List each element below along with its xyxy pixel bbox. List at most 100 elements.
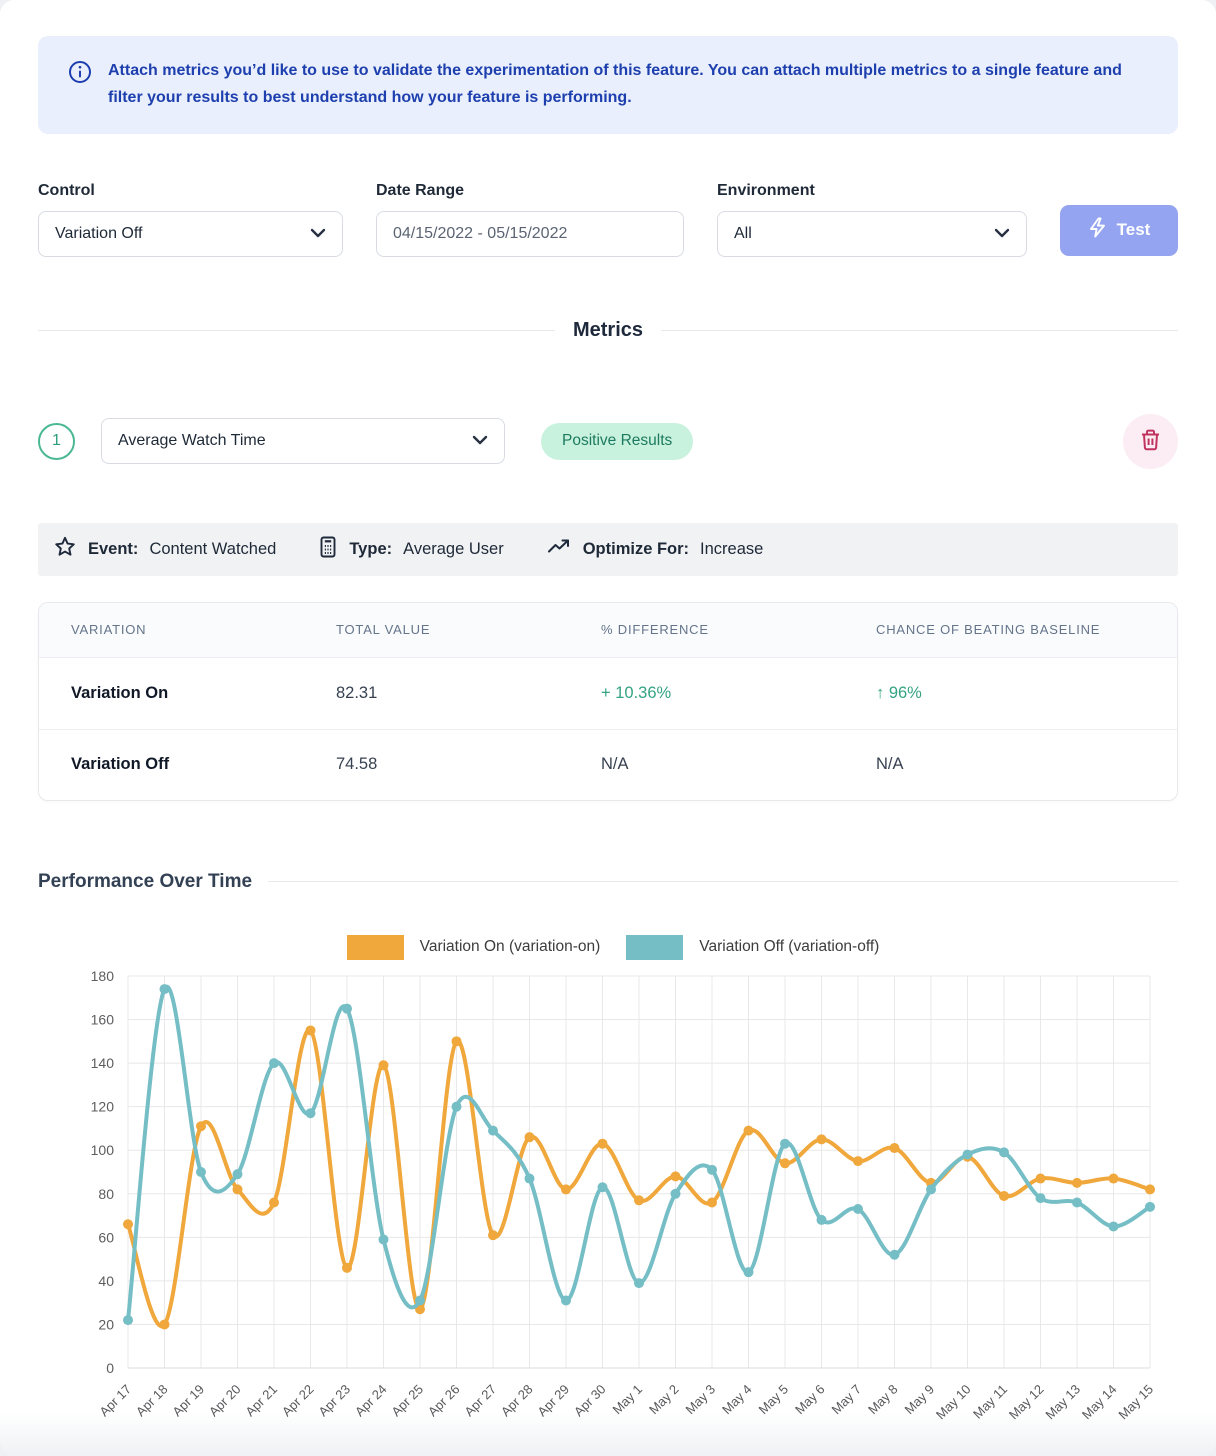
svg-text:May 13: May 13 xyxy=(1042,1381,1083,1422)
date-range-group: Date Range 04/15/2022 - 05/15/2022 xyxy=(376,182,684,257)
svg-text:Apr 30: Apr 30 xyxy=(571,1381,609,1419)
svg-text:Apr 28: Apr 28 xyxy=(498,1381,536,1419)
svg-text:100: 100 xyxy=(91,1142,115,1158)
total-value: 82.31 xyxy=(336,684,601,703)
col-chance: CHANCE OF BEATING BASELINE xyxy=(876,622,1145,637)
test-button[interactable]: Test xyxy=(1060,205,1178,256)
legend-item-variation-on[interactable]: Variation On (variation-on) xyxy=(347,935,601,960)
difference-value: + 10.36% xyxy=(601,684,876,703)
metrics-divider: Metrics xyxy=(38,319,1178,342)
performance-section-header: Performance Over Time xyxy=(38,871,1178,893)
svg-text:May 4: May 4 xyxy=(719,1381,755,1417)
svg-text:160: 160 xyxy=(91,1011,115,1027)
trash-icon xyxy=(1139,428,1162,455)
control-group: Control Variation Off xyxy=(38,182,343,257)
optimize-value: Increase xyxy=(700,540,763,559)
optimize-label: Optimize For: xyxy=(583,540,689,559)
svg-text:May 15: May 15 xyxy=(1115,1381,1156,1422)
svg-text:May 7: May 7 xyxy=(828,1381,864,1417)
test-button-label: Test xyxy=(1117,220,1151,240)
performance-title: Performance Over Time xyxy=(38,871,252,893)
chart-legend: Variation On (variation-on) Variation Of… xyxy=(38,935,1178,960)
performance-chart: 020406080100120140160180Apr 17Apr 18Apr … xyxy=(38,962,1178,1456)
metric-index-badge: 1 xyxy=(38,423,75,460)
results-table: VARIATION TOTAL VALUE % DIFFERENCE CHANC… xyxy=(38,602,1178,801)
date-range-value: 04/15/2022 - 05/15/2022 xyxy=(393,225,567,243)
event-value: Content Watched xyxy=(149,540,276,559)
col-total-value: TOTAL VALUE xyxy=(336,622,601,637)
positive-results-badge: Positive Results xyxy=(541,423,693,460)
svg-text:Apr 21: Apr 21 xyxy=(242,1381,280,1419)
metrics-title: Metrics xyxy=(573,319,643,342)
type-summary: Type: Average User xyxy=(318,535,503,564)
svg-text:20: 20 xyxy=(98,1316,114,1332)
svg-text:May 2: May 2 xyxy=(646,1381,682,1417)
chevron-down-icon xyxy=(310,225,326,243)
svg-text:Apr 29: Apr 29 xyxy=(534,1381,572,1419)
svg-text:Apr 19: Apr 19 xyxy=(169,1381,207,1419)
col-difference: % DIFFERENCE xyxy=(601,622,876,637)
svg-text:Apr 22: Apr 22 xyxy=(279,1381,317,1419)
environment-group: Environment All xyxy=(717,182,1027,257)
info-banner: Attach metrics you’d like to use to vali… xyxy=(38,36,1178,134)
svg-text:May 11: May 11 xyxy=(970,1381,1010,1421)
control-label: Control xyxy=(38,182,343,200)
metric-row: 1 Average Watch Time Positive Results xyxy=(38,414,1178,469)
legend-swatch-variation-off xyxy=(626,935,683,960)
environment-select-value: All xyxy=(734,225,752,243)
calculator-icon xyxy=(318,535,338,564)
svg-text:May 1: May 1 xyxy=(609,1381,645,1417)
legend-label-variation-on: Variation On (variation-on) xyxy=(420,938,601,956)
chance-value: N/A xyxy=(876,755,1145,774)
environment-select[interactable]: All xyxy=(717,211,1027,257)
variation-name: Variation Off xyxy=(71,755,336,774)
svg-text:Apr 25: Apr 25 xyxy=(388,1381,426,1419)
svg-text:Apr 17: Apr 17 xyxy=(96,1381,134,1419)
svg-text:80: 80 xyxy=(98,1186,114,1202)
banner-text: Attach metrics you’d like to use to vali… xyxy=(108,58,1138,112)
chevron-down-icon xyxy=(472,432,488,450)
svg-text:May 10: May 10 xyxy=(933,1381,974,1422)
legend-item-variation-off[interactable]: Variation Off (variation-off) xyxy=(626,935,879,960)
metric-select[interactable]: Average Watch Time xyxy=(101,418,505,464)
legend-swatch-variation-on xyxy=(347,935,404,960)
type-label: Type: xyxy=(349,540,392,559)
control-select[interactable]: Variation Off xyxy=(38,211,343,257)
metric-select-value: Average Watch Time xyxy=(118,432,266,450)
svg-text:May 12: May 12 xyxy=(1006,1381,1047,1422)
svg-text:Apr 24: Apr 24 xyxy=(352,1381,390,1419)
feature-metrics-page: Attach metrics you’d like to use to vali… xyxy=(0,0,1216,1456)
difference-value: N/A xyxy=(601,755,876,774)
filters-row: Control Variation Off Date Range 04/15/2… xyxy=(38,182,1178,257)
svg-text:Apr 23: Apr 23 xyxy=(315,1381,353,1419)
legend-label-variation-off: Variation Off (variation-off) xyxy=(699,938,879,956)
date-range-label: Date Range xyxy=(376,182,684,200)
svg-text:May 14: May 14 xyxy=(1079,1381,1120,1422)
svg-text:May 8: May 8 xyxy=(865,1381,901,1417)
svg-text:Apr 26: Apr 26 xyxy=(425,1381,463,1419)
control-select-value: Variation Off xyxy=(55,225,142,243)
type-value: Average User xyxy=(403,540,504,559)
svg-text:May 5: May 5 xyxy=(755,1381,791,1417)
svg-text:Apr 20: Apr 20 xyxy=(206,1381,244,1419)
total-value: 74.58 xyxy=(336,755,601,774)
event-summary: Event: Content Watched xyxy=(53,535,276,564)
svg-text:May 3: May 3 xyxy=(682,1381,718,1417)
col-variation: VARIATION xyxy=(71,622,336,637)
svg-text:0: 0 xyxy=(106,1360,114,1376)
trending-up-icon xyxy=(546,536,572,563)
delete-metric-button[interactable] xyxy=(1123,414,1178,469)
table-header-row: VARIATION TOTAL VALUE % DIFFERENCE CHANC… xyxy=(39,603,1177,658)
chance-value: ↑ 96% xyxy=(876,684,1145,703)
performance-chart-container: Variation On (variation-on) Variation Of… xyxy=(38,935,1178,1456)
metric-summary-bar: Event: Content Watched Type: Average Use… xyxy=(38,523,1178,576)
svg-text:180: 180 xyxy=(91,968,115,984)
environment-label: Environment xyxy=(717,182,1027,200)
bolt-icon xyxy=(1088,217,1107,243)
table-row: Variation Off 74.58 N/A N/A xyxy=(39,729,1177,800)
svg-text:Apr 27: Apr 27 xyxy=(461,1381,499,1419)
date-range-input[interactable]: 04/15/2022 - 05/15/2022 xyxy=(376,211,684,257)
svg-text:60: 60 xyxy=(98,1229,114,1245)
variation-name: Variation On xyxy=(71,684,336,703)
star-icon xyxy=(53,535,77,564)
